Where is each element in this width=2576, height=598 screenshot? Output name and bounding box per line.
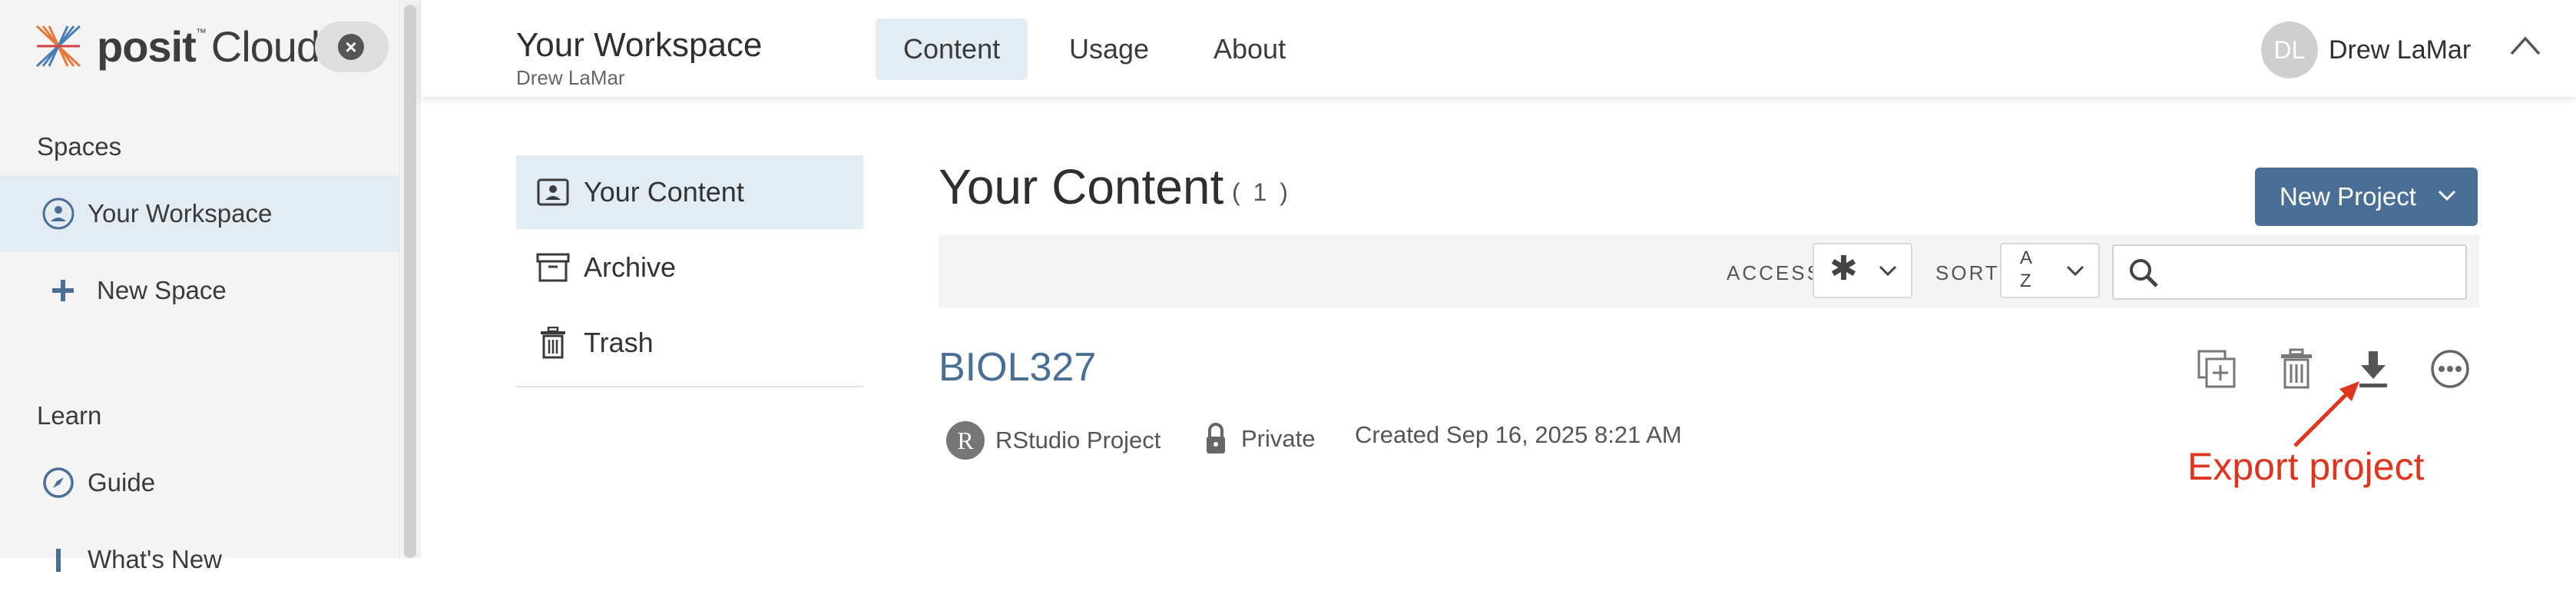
project-type: R RStudio Project xyxy=(946,421,1161,460)
sidebar: posit ™ Cloud × Spaces Your Workspace New… xyxy=(0,0,400,573)
project-created-label: Created Sep 16, 2025 8:21 AM xyxy=(1355,421,1682,448)
chevron-down-icon xyxy=(2066,265,2084,277)
search-icon xyxy=(2130,259,2158,287)
nav-archive[interactable]: Archive xyxy=(516,231,863,304)
lock-icon xyxy=(1207,423,1225,453)
workspace-title: Your Workspace xyxy=(516,26,763,64)
project-type-label: RStudio Project xyxy=(995,427,1161,453)
logo-text: posit xyxy=(97,22,197,71)
archive-icon xyxy=(536,251,570,284)
user-name[interactable]: Drew LaMar xyxy=(2329,35,2471,65)
nav-your-content[interactable]: Your Content xyxy=(516,155,863,229)
project-title-link[interactable]: BIOL327 xyxy=(939,344,1096,390)
user-circle-icon xyxy=(40,195,77,232)
logo-cloud-text: Cloud xyxy=(210,22,320,71)
nav-label: Your Content xyxy=(584,176,744,208)
sidebar-item-label: Your Workspace xyxy=(88,199,273,228)
search-input[interactable] xyxy=(2169,249,2456,294)
person-card-icon xyxy=(536,175,570,209)
access-label: ACCESS xyxy=(1727,261,1823,284)
page-title: Your Content xyxy=(939,159,1224,214)
workspace-header: Your Workspace Drew LaMar Content Usage … xyxy=(421,0,2576,97)
logo-trademark: ™ xyxy=(195,26,207,38)
sort-select[interactable]: A Z xyxy=(2000,243,2100,298)
access-value: ✱ xyxy=(1829,250,1858,287)
learn-heading: Learn xyxy=(37,401,102,430)
annotation-arrow-icon xyxy=(2293,381,2359,447)
info-icon xyxy=(40,541,77,578)
access-select[interactable]: ✱ xyxy=(1813,243,1912,298)
user-avatar[interactable]: DL xyxy=(2261,22,2318,78)
tab-about[interactable]: About xyxy=(1186,18,1313,80)
r-logo-icon: R xyxy=(946,421,985,460)
sort-label: SORT xyxy=(1935,261,2000,284)
sidebar-item-your-workspace[interactable]: Your Workspace xyxy=(0,175,399,252)
new-project-label: New Project xyxy=(2280,182,2416,211)
tab-content[interactable]: Content xyxy=(876,18,1028,80)
content-count: ( 1 ) xyxy=(1232,178,1291,206)
filter-bar: ACCESS ✱ SORT A Z xyxy=(939,235,2479,307)
compass-icon xyxy=(40,464,77,501)
project-access-label: Private xyxy=(1241,425,1316,452)
project-created: Created Sep 16, 2025 8:21 AM xyxy=(1355,421,1682,449)
tab-usage[interactable]: Usage xyxy=(1041,18,1177,80)
spaces-heading: Spaces xyxy=(37,132,122,161)
nav-divider xyxy=(516,386,863,387)
more-icon xyxy=(2431,350,2469,388)
chevron-down-icon xyxy=(2438,190,2456,201)
more-options-button[interactable] xyxy=(2425,344,2475,394)
trash-icon xyxy=(536,326,570,360)
nav-label: Trash xyxy=(584,327,654,358)
posit-logo-mark-icon xyxy=(35,25,81,68)
nav-trash[interactable]: Trash xyxy=(516,306,863,380)
sidebar-item-label: Guide xyxy=(88,468,156,497)
copy-icon xyxy=(2197,350,2236,388)
sidebar-item-label: New Space xyxy=(97,276,227,304)
close-sidebar-button[interactable]: × xyxy=(315,22,389,72)
workspace-owner: Drew LaMar xyxy=(516,66,625,89)
sidebar-item-label: What's New xyxy=(88,545,223,573)
plus-icon xyxy=(45,272,81,309)
sort-value-top: A xyxy=(2020,248,2033,268)
posit-cloud-logo[interactable]: posit ™ Cloud xyxy=(34,22,320,71)
sort-value-bottom: Z xyxy=(2020,271,2031,291)
search-box[interactable] xyxy=(2112,244,2467,300)
chevron-down-icon xyxy=(1879,265,1897,277)
project-access: Private xyxy=(1204,421,1315,457)
sidebar-item-new-space[interactable]: New Space xyxy=(0,252,399,329)
new-project-button[interactable]: New Project xyxy=(2255,168,2478,226)
sidebar-item-whats-new[interactable]: What's New xyxy=(0,521,399,598)
chevron-up-icon[interactable] xyxy=(2508,34,2542,57)
sidebar-item-guide[interactable]: Guide xyxy=(0,444,399,521)
nav-label: Archive xyxy=(584,251,677,283)
sidebar-scrollbar-thumb[interactable] xyxy=(404,5,416,558)
close-icon: × xyxy=(338,34,364,60)
annotation-label: Export project xyxy=(2187,445,2425,488)
copy-project-button[interactable] xyxy=(2192,344,2241,394)
